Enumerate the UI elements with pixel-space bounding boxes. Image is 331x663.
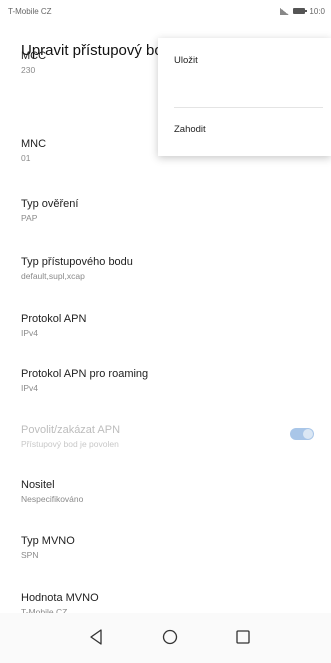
setting-value: Nespecifikováno — [21, 494, 84, 504]
battery-icon — [293, 8, 308, 14]
setting-label: Nositel — [21, 479, 55, 491]
carrier-label: T-Mobile CZ — [8, 6, 52, 16]
clock: 10:0 — [309, 6, 325, 16]
menu-divider — [174, 107, 323, 108]
setting-apn-protocol[interactable]: Protokol APN IPv4 — [21, 313, 321, 338]
setting-label: Hodnota MVNO — [21, 592, 99, 604]
status-indicators: 10:0 — [280, 7, 325, 16]
setting-label: Protokol APN pro roaming — [21, 368, 149, 380]
setting-apn-type[interactable]: Typ přístupového bodu default,supl,xcap — [21, 256, 321, 281]
setting-label: Povolit/zakázat APN — [21, 424, 121, 436]
setting-value: IPv4 — [21, 328, 39, 338]
recents-icon[interactable] — [233, 627, 253, 647]
menu-item-discard[interactable]: Zahodit — [174, 124, 206, 135]
setting-bearer[interactable]: Nositel Nespecifikováno — [21, 479, 321, 504]
menu-item-save[interactable]: Uložit — [174, 55, 198, 66]
setting-value: Přístupový bod je povolen — [21, 439, 119, 449]
setting-value: PAP — [21, 213, 38, 223]
setting-label: Typ MVNO — [21, 535, 75, 547]
setting-label: Protokol APN — [21, 313, 87, 325]
setting-value: SPN — [21, 550, 39, 560]
back-icon[interactable] — [86, 627, 106, 647]
apn-enable-toggle — [290, 428, 314, 440]
setting-apn-roaming-protocol[interactable]: Protokol APN pro roaming IPv4 — [21, 368, 321, 393]
signal-icon — [280, 7, 290, 15]
setting-mvno-type[interactable]: Typ MVNO SPN — [21, 535, 321, 560]
setting-label: Typ ověření — [21, 198, 79, 210]
overflow-menu: Uložit Zahodit — [158, 38, 331, 156]
home-icon[interactable] — [160, 627, 180, 647]
setting-auth-type[interactable]: Typ ověření PAP — [21, 198, 321, 223]
setting-apn-enable: Povolit/zakázat APN Přístupový bod je po… — [21, 424, 321, 449]
navigation-bar — [0, 613, 331, 663]
setting-label: Typ přístupového bodu — [21, 256, 133, 268]
setting-value: default,supl,xcap — [21, 271, 85, 281]
status-bar: T-Mobile CZ 10:0 — [0, 0, 331, 22]
setting-value: IPv4 — [21, 383, 39, 393]
